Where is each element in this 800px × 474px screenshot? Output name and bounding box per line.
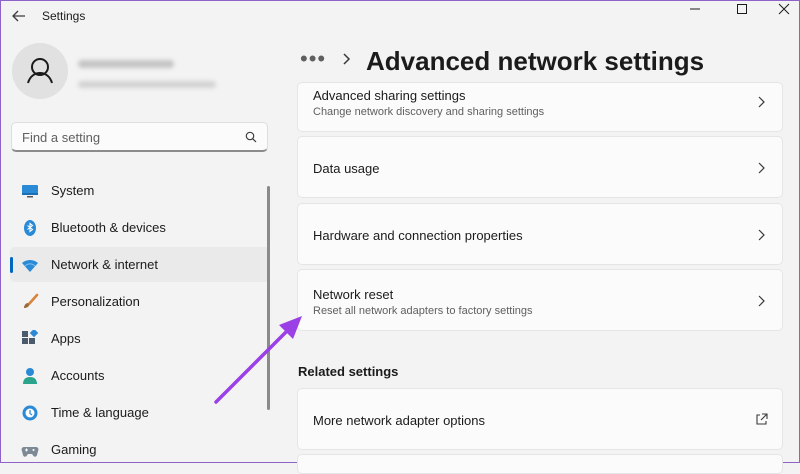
sidebar-item-bluetooth[interactable]: Bluetooth & devices [0,209,270,246]
sidebar-item-personalization[interactable]: Personalization [0,283,270,320]
title-bar: Settings [0,0,800,32]
chevron-right-icon [758,162,765,174]
page-title: Advanced network settings [366,46,705,76]
back-arrow-icon[interactable] [10,7,28,25]
sidebar-scrollbar[interactable] [267,186,270,410]
search-placeholder: Find a setting [22,130,101,145]
chevron-right-icon [758,229,765,241]
card-data-usage[interactable]: Data usage [297,136,783,198]
card-network-reset[interactable]: Network reset Reset all network adapters… [297,269,783,331]
gamepad-icon [21,447,39,457]
sidebar-item-gaming[interactable]: Gaming [0,431,270,468]
account-email-redacted [78,81,216,88]
close-icon[interactable] [772,2,796,16]
sidebar-item-system[interactable]: System [0,172,270,209]
sidebar-item-time-language[interactable]: Time & language [0,394,270,431]
card-hardware-properties[interactable]: Hardware and connection properties [297,203,783,265]
sidebar-item-accounts[interactable]: Accounts [0,357,270,394]
selection-indicator [10,257,13,273]
chevron-right-icon [758,96,765,108]
card-advanced-sharing[interactable]: Advanced sharing settings Change network… [297,82,783,132]
sidebar-item-apps[interactable]: Apps [0,320,270,357]
wifi-icon [22,259,38,272]
sidebar-item-network[interactable]: Network & internet [0,246,270,283]
minimize-icon[interactable] [683,2,707,16]
chevron-right-icon [758,295,765,307]
search-input[interactable]: Find a setting [11,122,268,152]
bluetooth-icon [24,220,36,236]
globe-icon [22,405,38,421]
breadcrumb-more-button[interactable]: ••• [300,46,326,72]
brush-icon [24,293,39,308]
card-more-adapter-options[interactable]: More network adapter options [297,388,783,450]
maximize-icon[interactable] [730,2,754,16]
related-settings-heading: Related settings [298,364,399,379]
avatar[interactable] [12,43,68,99]
monitor-icon [22,185,38,198]
sidebar-nav: System Bluetooth & devices Network & int… [0,172,270,468]
account-name-redacted [78,60,174,68]
window-title: Settings [42,9,86,23]
person-icon [23,368,37,384]
card-next-partial[interactable] [297,454,783,474]
search-icon [245,131,257,143]
external-link-icon [756,413,768,425]
chevron-right-icon [343,53,351,65]
apps-icon [22,330,39,344]
person-icon [27,58,53,84]
